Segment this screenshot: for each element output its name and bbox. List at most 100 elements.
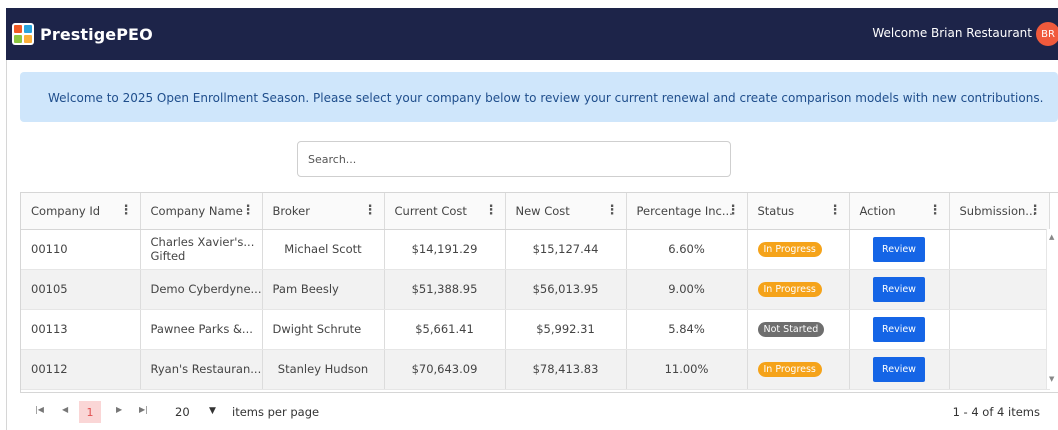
cell-new-cost: $5,992.31	[505, 309, 627, 350]
cell-action: Review	[849, 229, 950, 270]
column-header-current-cost[interactable]: Current Cost ⋮	[384, 193, 506, 230]
table-header-row: Company Id ⋮ Company Name ⋮ Broker ⋮ Curren…	[21, 193, 1050, 230]
cell-percentage: 6.60%	[626, 229, 748, 270]
column-header-submission[interactable]: Submission... ⋮	[949, 193, 1050, 230]
column-label: Submission...	[959, 203, 1037, 218]
caret-down-icon[interactable]: ▼	[209, 406, 216, 416]
column-header-percentage[interactable]: Percentage Inc... ⋮	[626, 193, 748, 230]
page-frame-divider	[6, 60, 7, 430]
column-label: Status	[757, 203, 795, 218]
cell-company-name: Demo Cyberdyne...	[140, 269, 263, 310]
search-input[interactable]	[297, 141, 731, 177]
cell-status: In Progress	[747, 269, 850, 310]
cell-percentage: 9.00%	[626, 269, 748, 310]
cell-status: In Progress	[747, 349, 850, 390]
cell-current-cost: $51,388.95	[384, 269, 506, 310]
column-label: Broker	[272, 203, 310, 218]
cell-action: Review	[849, 309, 950, 350]
cell-company-id: 00110	[21, 229, 141, 270]
logo-mark-icon	[12, 23, 34, 45]
cell-new-cost: $78,413.83	[505, 349, 627, 390]
brand-name: PrestigePEO	[40, 24, 153, 44]
top-app-bar: PrestigePEO Welcome Brian Restaurant BR	[6, 8, 1058, 60]
column-header-company-name[interactable]: Company Name ⋮	[140, 193, 263, 230]
page-size-select[interactable]: 20	[175, 405, 190, 419]
cell-submission	[949, 349, 1050, 390]
column-header-status[interactable]: Status ⋮	[747, 193, 850, 230]
cell-broker: Dwight Schrute	[262, 309, 385, 350]
cell-submission	[949, 309, 1050, 350]
page-size-label: items per page	[232, 405, 320, 419]
user-avatar[interactable]: BR	[1036, 22, 1058, 46]
review-button[interactable]: Review	[873, 236, 925, 262]
column-header-company-id[interactable]: Company Id ⋮	[21, 193, 141, 230]
column-header-new-cost[interactable]: New Cost ⋮	[505, 193, 627, 230]
cell-current-cost: $14,191.29	[384, 229, 506, 270]
cell-company-id: 00105	[21, 269, 141, 310]
status-badge: In Progress	[757, 242, 822, 257]
status-badge: In Progress	[757, 282, 822, 297]
cell-percentage: 11.00%	[626, 349, 748, 390]
cell-status: Not Started	[747, 309, 850, 350]
column-label: New Cost	[515, 203, 570, 218]
cell-new-cost: $56,013.95	[505, 269, 627, 310]
column-menu-icon[interactable]: ⋮	[727, 203, 740, 218]
cell-company-id: 00112	[21, 349, 141, 390]
last-page-icon[interactable]: ▶|	[139, 405, 148, 414]
cell-new-cost: $15,127.44	[505, 229, 627, 270]
cell-company-id: 00113	[21, 309, 141, 350]
column-header-action[interactable]: Action ⋮	[849, 193, 950, 230]
cell-percentage: 5.84%	[626, 309, 748, 350]
page-number-current[interactable]: 1	[79, 401, 101, 423]
scroll-up-icon[interactable]: ▲	[1049, 233, 1054, 241]
column-menu-icon[interactable]: ⋮	[1029, 203, 1042, 218]
review-button[interactable]: Review	[873, 316, 925, 342]
cell-status: In Progress	[747, 229, 850, 270]
column-menu-icon[interactable]: ⋮	[929, 203, 942, 218]
next-page-icon[interactable]: ▶	[116, 405, 122, 414]
pager: |◀ ◀ 1 ▶ ▶| 20 ▼ items per page 1 - 4 of…	[20, 392, 1058, 430]
cell-current-cost: $70,643.09	[384, 349, 506, 390]
column-label: Action	[859, 203, 896, 218]
prev-page-icon[interactable]: ◀	[62, 405, 68, 414]
cell-broker: Stanley Hudson	[262, 349, 385, 390]
cell-company-name: Ryan's Restauran...	[140, 349, 263, 390]
cell-broker: Pam Beesly	[262, 269, 385, 310]
enrollment-banner: Welcome to 2025 Open Enrollment Season. …	[20, 72, 1058, 122]
column-menu-icon[interactable]: ⋮	[364, 203, 377, 218]
banner-text: Welcome to 2025 Open Enrollment Season. …	[48, 91, 1044, 105]
cell-company-name: Pawnee Parks &...	[140, 309, 263, 350]
pager-info: 1 - 4 of 4 items	[952, 405, 1040, 419]
status-badge: In Progress	[757, 362, 822, 377]
scroll-down-icon[interactable]: ▼	[1049, 375, 1054, 383]
column-menu-icon[interactable]: ⋮	[242, 203, 255, 218]
cell-current-cost: $5,661.41	[384, 309, 506, 350]
column-label: Percentage Inc...	[636, 203, 733, 218]
column-menu-icon[interactable]: ⋮	[829, 203, 842, 218]
cell-company-name: Charles Xavier's... Gifted	[140, 229, 263, 270]
column-label: Company Name	[150, 203, 243, 218]
column-menu-icon[interactable]: ⋮	[606, 203, 619, 218]
table-row[interactable]: 00110 Charles Xavier's... Gifted Michael…	[21, 229, 1050, 270]
status-badge: Not Started	[757, 322, 825, 337]
table-row[interactable]: 00112 Ryan's Restauran... Stanley Hudson…	[21, 349, 1050, 390]
column-label: Company Id	[31, 203, 101, 218]
column-menu-icon[interactable]: ⋮	[120, 203, 133, 218]
cell-action: Review	[849, 269, 950, 310]
cell-submission	[949, 269, 1050, 310]
table-row[interactable]: 00113 Pawnee Parks &... Dwight Schrute $…	[21, 309, 1050, 350]
column-header-broker[interactable]: Broker ⋮	[262, 193, 385, 230]
brand-logo[interactable]: PrestigePEO	[12, 23, 153, 45]
cell-broker: Michael Scott	[262, 229, 385, 270]
company-table: Company Id ⋮ Company Name ⋮ Broker ⋮ Curren…	[21, 193, 1050, 390]
column-label: Current Cost	[394, 203, 467, 218]
cell-submission	[949, 229, 1050, 270]
table-row[interactable]: 00105 Demo Cyberdyne... Pam Beesly $51,3…	[21, 269, 1050, 310]
welcome-text: Welcome Brian Restaurant	[872, 26, 1032, 40]
first-page-icon[interactable]: |◀	[35, 405, 44, 414]
cell-action: Review	[849, 349, 950, 390]
review-button[interactable]: Review	[873, 356, 925, 382]
column-menu-icon[interactable]: ⋮	[485, 203, 498, 218]
review-button[interactable]: Review	[873, 276, 925, 302]
vertical-scrollbar[interactable]: ▲ ▼	[1046, 229, 1058, 389]
